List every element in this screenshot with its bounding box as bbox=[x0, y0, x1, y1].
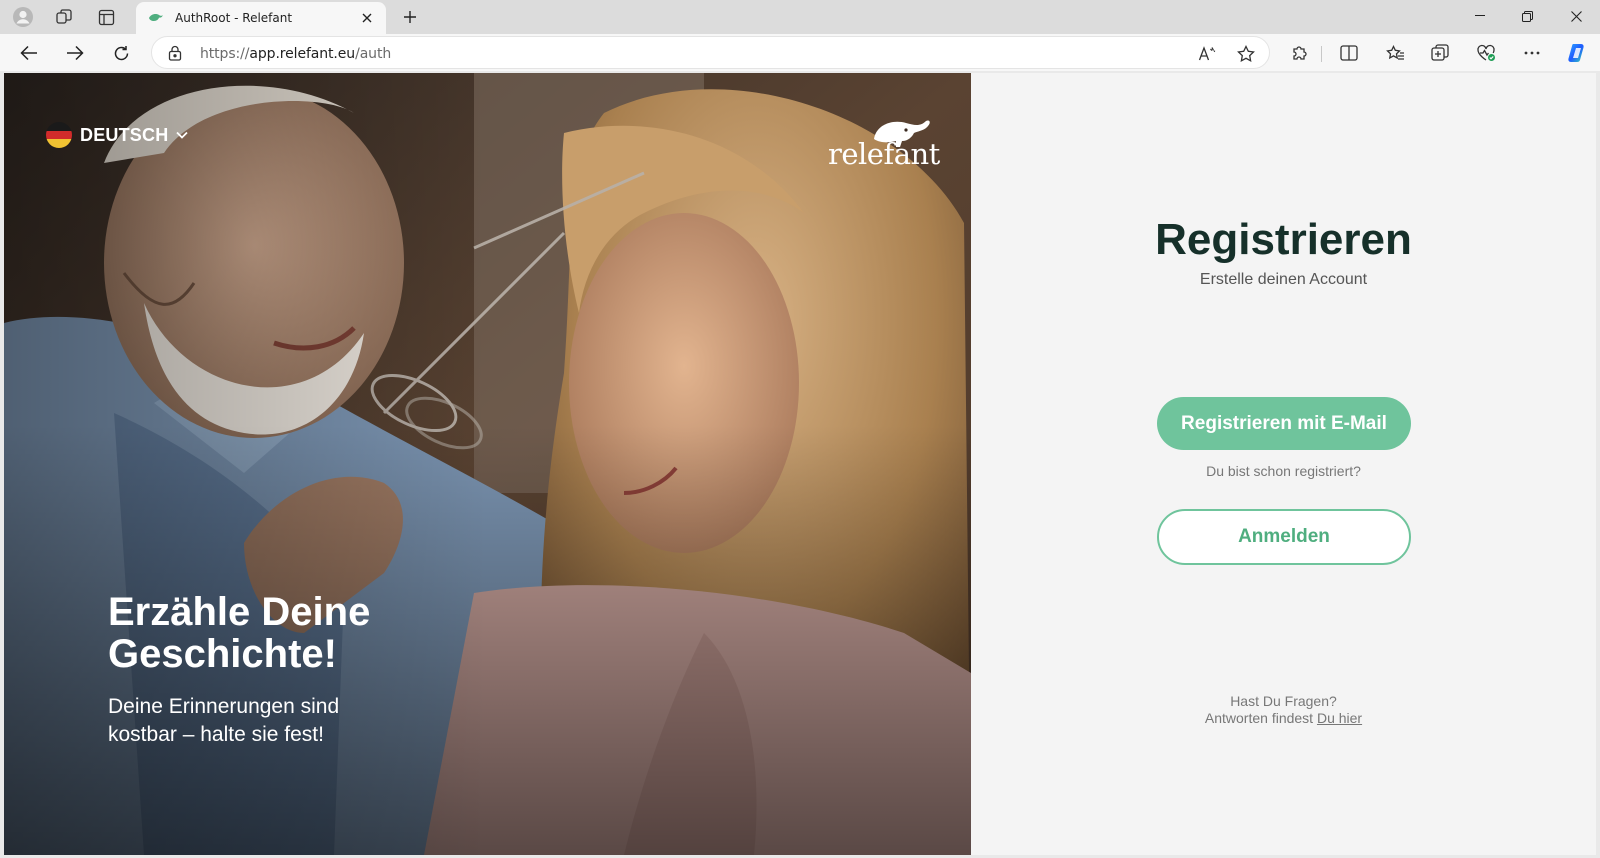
vertical-tabs-icon[interactable] bbox=[92, 4, 120, 30]
minimize-icon[interactable] bbox=[1465, 3, 1495, 29]
url-text[interactable]: https://app.relefant.eu/auth bbox=[200, 46, 391, 62]
german-flag-icon bbox=[46, 122, 72, 148]
chevron-down-icon bbox=[176, 131, 189, 139]
collections-icon[interactable] bbox=[1425, 38, 1455, 68]
close-tab-icon[interactable] bbox=[358, 9, 376, 27]
lock-icon[interactable] bbox=[168, 45, 182, 61]
logo-text: relefant bbox=[828, 137, 940, 171]
page-title: Registrieren bbox=[1155, 215, 1412, 264]
hero-headline: Erzähle Deine Geschichte! bbox=[108, 590, 371, 676]
faq-answer-prefix: Antworten findest bbox=[1204, 710, 1317, 726]
forward-icon[interactable] bbox=[60, 38, 90, 68]
copilot-icon[interactable] bbox=[1563, 38, 1593, 68]
auth-panel: Registrieren Erstelle deinen Account Reg… bbox=[971, 73, 1596, 855]
refresh-icon[interactable] bbox=[106, 38, 136, 68]
register-email-button[interactable]: Registrieren mit E-Mail bbox=[1157, 397, 1411, 450]
toolbar-divider bbox=[1321, 46, 1322, 62]
language-selector[interactable]: DEUTSCH bbox=[46, 121, 189, 149]
split-screen-icon[interactable] bbox=[1334, 38, 1364, 68]
relefant-logo: relefant bbox=[824, 117, 940, 173]
language-label: DEUTSCH bbox=[80, 124, 169, 145]
restore-icon[interactable] bbox=[1512, 3, 1542, 29]
hero-section: DEUTSCH relefant Erzähle Deine Geschicht… bbox=[4, 73, 971, 855]
profile-icon[interactable] bbox=[9, 4, 37, 30]
faq-section: Hast Du Fragen? Antworten findest Du hie… bbox=[971, 693, 1596, 727]
tab-title: AuthRoot - Relefant bbox=[175, 11, 293, 25]
new-tab-icon[interactable] bbox=[398, 5, 422, 29]
browser-essentials-icon[interactable] bbox=[1471, 38, 1501, 68]
url-scheme: https:// bbox=[200, 46, 250, 62]
workspaces-icon[interactable] bbox=[50, 4, 78, 30]
favorite-star-icon[interactable] bbox=[1234, 42, 1258, 66]
more-options-icon[interactable] bbox=[1517, 38, 1547, 68]
already-registered-text: Du bist schon registriert? bbox=[1206, 463, 1361, 479]
faq-link[interactable]: Du hier bbox=[1317, 710, 1362, 726]
extensions-icon[interactable] bbox=[1285, 38, 1315, 68]
url-path: /auth bbox=[355, 46, 392, 62]
url-host: app.relefant.eu bbox=[249, 46, 356, 62]
back-icon[interactable] bbox=[14, 38, 44, 68]
faq-answer: Antworten findest Du hier bbox=[971, 710, 1596, 727]
login-button[interactable]: Anmelden bbox=[1157, 509, 1411, 565]
tab-strip: AuthRoot - Relefant bbox=[0, 0, 1600, 34]
browser-toolbar: https://app.relefant.eu/auth bbox=[0, 34, 1600, 71]
address-bar[interactable]: https://app.relefant.eu/auth bbox=[151, 36, 1270, 69]
hero-tagline: Deine Erinnerungen sind kostbar – halte … bbox=[108, 695, 340, 746]
relefant-favicon-icon bbox=[149, 14, 163, 21]
browser-tab[interactable]: AuthRoot - Relefant bbox=[136, 2, 386, 34]
close-window-icon[interactable] bbox=[1561, 3, 1591, 29]
faq-question: Hast Du Fragen? bbox=[1230, 693, 1337, 709]
favorites-icon[interactable] bbox=[1380, 38, 1410, 68]
read-aloud-icon[interactable] bbox=[1195, 42, 1219, 66]
page-viewport: DEUTSCH relefant Erzähle Deine Geschicht… bbox=[4, 73, 1596, 855]
page-subtitle: Erstelle deinen Account bbox=[1199, 271, 1368, 288]
